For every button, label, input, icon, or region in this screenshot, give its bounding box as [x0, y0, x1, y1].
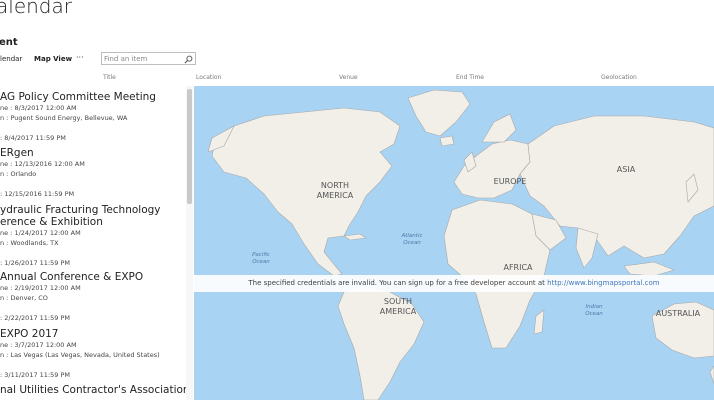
event-title-continued[interactable]: erence & Exhibition [0, 216, 186, 228]
column-headers: Title Location Venue End Time Geolocatio… [0, 72, 714, 84]
event-location: n : Denver, CO [0, 294, 48, 302]
label-atlantic-2: Ocean [403, 240, 421, 246]
label-south-america-1: SOUTH [384, 297, 412, 306]
credentials-error-banner: The specified credentials are invalid. Y… [194, 275, 714, 292]
search-box [101, 52, 196, 65]
list-item[interactable]: nal Utilities Contractor's Association [0, 384, 186, 396]
more-options-icon[interactable]: ··· [76, 53, 84, 62]
event-location: n : Pugent Sound Energy, Bellevue, WA [0, 114, 128, 122]
label-europe: EUROPE [494, 177, 527, 186]
world-map: NORTH AMERICA EUROPE ASIA AFRICA SOUTH A… [207, 89, 714, 400]
scrollbar-thumb[interactable] [187, 89, 192, 204]
page-title: alendar [0, 0, 72, 18]
label-north-america-1: NORTH [321, 181, 349, 190]
label-asia: ASIA [617, 165, 636, 174]
event-end: : 2/22/2017 11:59 PM [0, 314, 70, 322]
event-title[interactable]: EXPO 2017 [0, 328, 186, 340]
label-atlantic-1: Atlantic [400, 233, 422, 239]
event-location: n : Las Vegas (Las Vegas, Nevada, United… [0, 351, 160, 359]
event-location: n : Woodlands, TX [0, 239, 59, 247]
event-end: : 3/11/2017 11:59 PM [0, 371, 70, 379]
label-north-america-2: AMERICA [317, 191, 354, 200]
list-item[interactable]: ydraulic Fracturing Technology erence & … [0, 204, 186, 268]
event-title[interactable]: AG Policy Committee Meeting [0, 91, 186, 103]
event-title[interactable]: nal Utilities Contractor's Association [0, 384, 186, 396]
column-header-title[interactable]: Title [103, 74, 116, 81]
event-location: n : Orlando [0, 170, 37, 178]
list-item[interactable]: AG Policy Committee Meeting ne : 8/3/201… [0, 91, 186, 143]
label-pacific-2: Ocean [252, 259, 270, 265]
map-view[interactable]: NORTH AMERICA EUROPE ASIA AFRICA SOUTH A… [194, 86, 714, 400]
search-icon[interactable] [184, 55, 193, 64]
developer-portal-link[interactable]: http://www.bingmapsportal.com [547, 279, 659, 287]
list-scrollbar[interactable] [186, 86, 193, 400]
event-start: ne : 8/3/2017 12:00 AM [0, 104, 77, 112]
event-title[interactable]: ERgen [0, 147, 186, 159]
calendar-view-tab[interactable]: lendar [0, 55, 22, 63]
column-header-venue[interactable]: Venue [339, 74, 358, 81]
event-list: AG Policy Committee Meeting ne : 8/3/201… [0, 86, 186, 400]
event-end: : 8/4/2017 11:59 PM [0, 134, 66, 142]
list-item[interactable]: EXPO 2017 ne : 3/7/2017 12:00 AM n : Las… [0, 328, 186, 380]
label-pacific-1: Pacific [252, 252, 270, 258]
event-start: ne : 1/24/2017 12:00 AM [0, 229, 81, 237]
label-indian-1: Indian [586, 304, 603, 310]
map-view-tab[interactable]: Map View [34, 55, 72, 63]
event-start: ne : 3/7/2017 12:00 AM [0, 341, 77, 349]
search-input[interactable] [104, 53, 182, 64]
label-indian-2: Ocean [585, 311, 603, 317]
label-australia: AUSTRALIA [656, 309, 701, 318]
label-africa: AFRICA [503, 263, 533, 272]
list-item[interactable]: Annual Conference & EXPO ne : 2/19/2017 … [0, 271, 186, 323]
list-subtitle: ent [0, 37, 18, 48]
credentials-error-text: The specified credentials are invalid. Y… [248, 279, 548, 287]
column-header-end-time[interactable]: End Time [456, 74, 484, 81]
event-title[interactable]: Annual Conference & EXPO [0, 271, 186, 283]
list-item[interactable]: ERgen ne : 12/13/2016 12:00 AM n : Orlan… [0, 147, 186, 199]
event-title[interactable]: ydraulic Fracturing Technology [0, 204, 186, 216]
event-end: : 12/15/2016 11:59 PM [0, 190, 75, 198]
event-end: : 1/26/2017 11:59 PM [0, 259, 70, 267]
column-header-geolocation[interactable]: Geolocation [601, 74, 637, 81]
event-start: ne : 12/13/2016 12:00 AM [0, 160, 85, 168]
event-start: ne : 2/19/2017 12:00 AM [0, 284, 81, 292]
column-header-location[interactable]: Location [196, 74, 221, 81]
label-south-america-2: AMERICA [380, 307, 417, 316]
